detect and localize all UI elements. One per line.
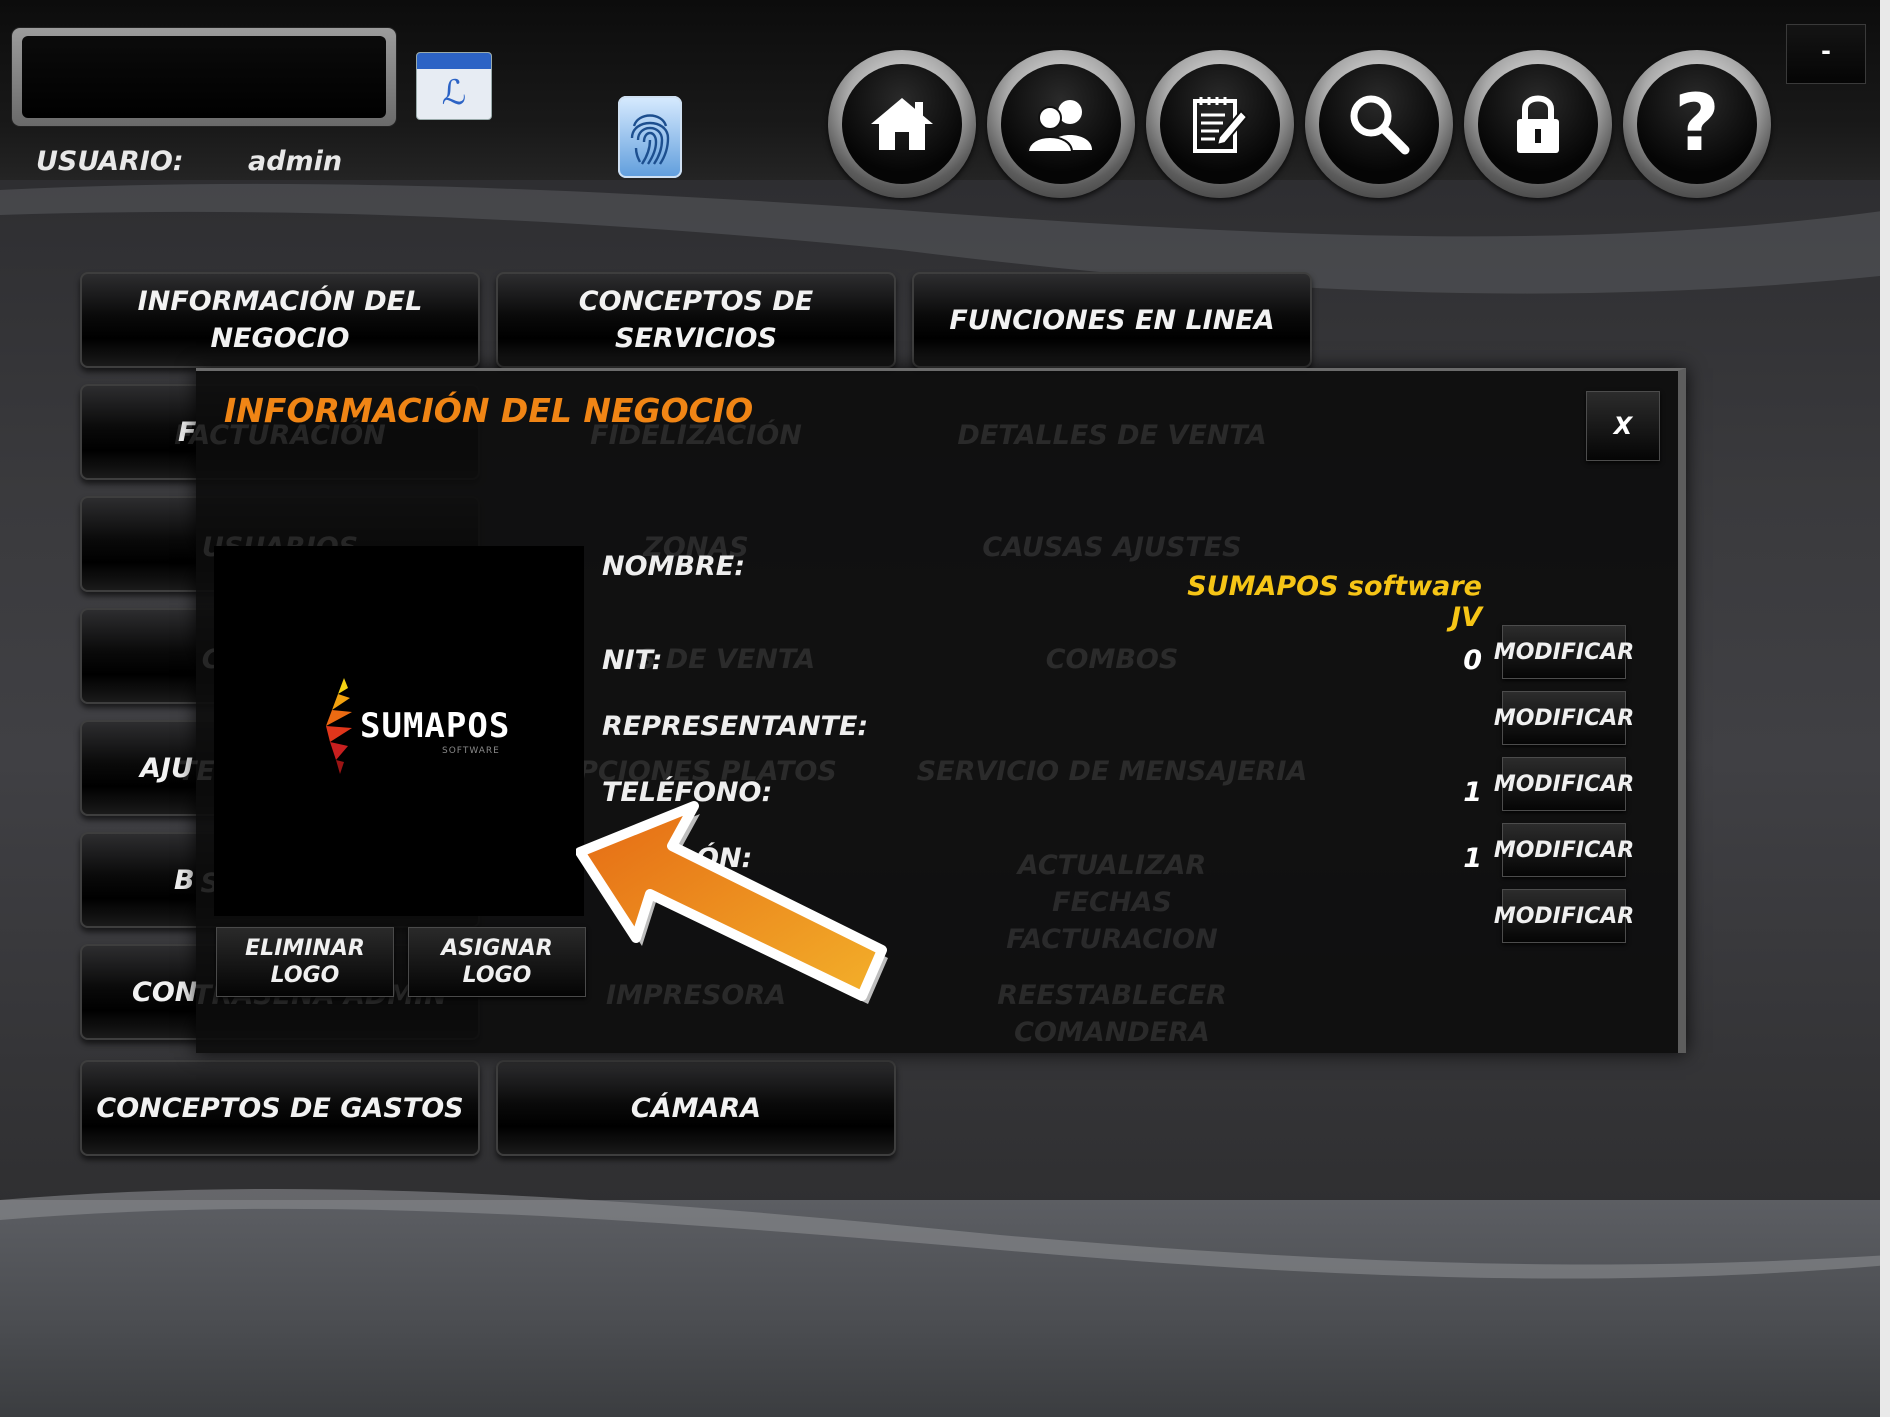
representante-label: REPRESENTANTE: (602, 711, 869, 742)
ghost-causas-ajustes: CAUSAS AJUSTES (982, 532, 1242, 563)
logo-preview: SUMAPOS SOFTWARE (214, 546, 584, 916)
status-display-screen (22, 36, 386, 118)
notes-button[interactable] (1146, 50, 1294, 198)
ghost-mensajeria: SERVICIO DE MENSAJERIA (916, 756, 1308, 787)
ghost-puntos-venta: S DE VENTA (636, 644, 816, 675)
logo-sub-text: SOFTWARE (442, 746, 500, 756)
lock-button[interactable] (1464, 50, 1612, 198)
user-name: admin (248, 146, 343, 177)
users-button-face (1001, 64, 1121, 184)
nombre-value: SUMAPOS software JV (1187, 571, 1482, 633)
modificar-direccion-button[interactable]: MODIFICAR (1494, 823, 1634, 877)
fingerprint-glyph (630, 114, 670, 165)
ghost-combos: COMBOS (1045, 644, 1179, 675)
ghost-reestablecer: REESTABLECER COMANDERA (997, 980, 1227, 1048)
user-label: USUARIO: (36, 146, 184, 177)
asignar-logo-button[interactable]: ASIGNAR LOGO (408, 927, 586, 997)
help-button[interactable]: ? (1623, 50, 1771, 198)
telefono-value: 1 (1463, 777, 1482, 808)
calendar-icon[interactable]: ℒ (416, 52, 492, 120)
users-button[interactable] (987, 50, 1135, 198)
home-icon (871, 98, 933, 150)
window-edge (1880, 0, 1890, 1417)
calendar-glyph: ℒ (441, 73, 467, 113)
modificar-telefono-button[interactable]: MODIFICAR (1494, 757, 1634, 811)
home-button[interactable] (828, 50, 976, 198)
logo-brand-text: SUMAPOS (360, 706, 511, 746)
modificar-extra-button[interactable]: MODIFICAR (1494, 889, 1634, 943)
help-icon: ? (1674, 79, 1720, 169)
direccion-value: 1 (1463, 843, 1482, 874)
users-icon (1026, 100, 1092, 152)
search-icon (1350, 95, 1410, 155)
modificar-nit-button[interactable]: MODIFICAR (1494, 625, 1634, 679)
search-button-face (1319, 64, 1439, 184)
sumapos-logo-mark (326, 678, 352, 774)
menu-conceptos-servicios[interactable]: CONCEPTOS DE SERVICIOS (496, 272, 896, 368)
status-display (12, 28, 396, 126)
minimize-button[interactable]: - (1786, 24, 1866, 84)
highlight-arrow-icon (576, 801, 888, 1004)
home-button-face (842, 64, 962, 184)
dialog-title: INFORMACIÓN DEL NEGOCIO (224, 391, 754, 430)
menu-informacion-negocio[interactable]: INFORMACIÓN DEL NEGOCIO (80, 272, 480, 368)
fingerprint-icon[interactable] (618, 96, 682, 178)
ghost-detalles-venta: DETALLES DE VENTA (957, 420, 1267, 451)
eliminar-logo-button[interactable]: ELIMINAR LOGO (216, 927, 394, 997)
menu-camara[interactable]: CÁMARA (496, 1060, 896, 1156)
ghost-actualizar-fechas: ACTUALIZAR FECHAS FACTURACION (1006, 850, 1218, 955)
business-info-dialog: FACTURACIÓN USUARIOS COMANDA TES GENERAL… (174, 368, 1686, 1053)
help-button-face: ? (1637, 64, 1757, 184)
nit-label: NIT: (602, 645, 663, 676)
menu-conceptos-gastos[interactable]: CONCEPTOS DE GASTOS (80, 1060, 480, 1156)
calendar-bar (417, 53, 491, 69)
search-button[interactable] (1305, 50, 1453, 198)
close-button[interactable]: X (1586, 391, 1660, 461)
lock-button-face (1478, 64, 1598, 184)
notes-button-face (1160, 64, 1280, 184)
modificar-representante-button[interactable]: MODIFICAR (1494, 691, 1634, 745)
menu-funciones-linea[interactable]: FUNCIONES EN LINEA (912, 272, 1312, 368)
lock-icon (1517, 95, 1559, 153)
nit-value: 0 (1463, 645, 1482, 676)
nombre-label: NOMBRE: (602, 551, 746, 582)
notepad-edit-icon (1193, 97, 1249, 153)
